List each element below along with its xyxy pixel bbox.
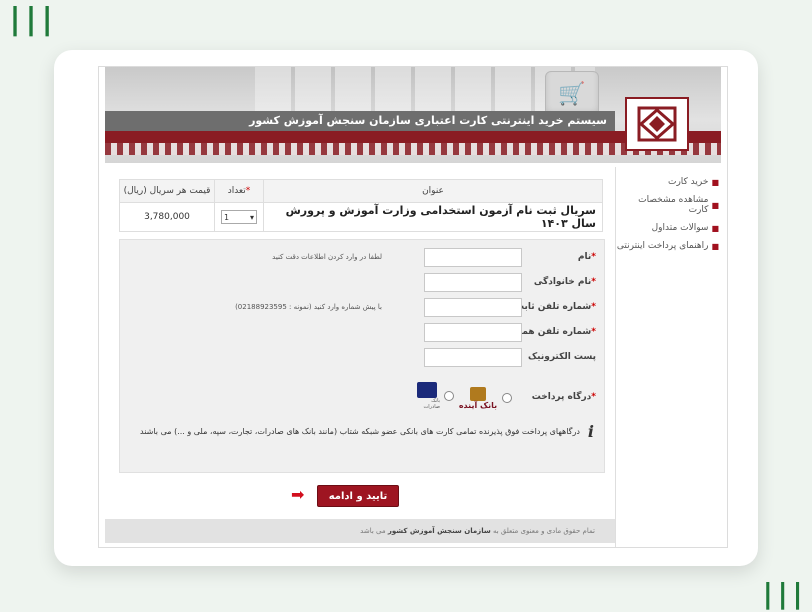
email-input[interactable] bbox=[424, 348, 522, 367]
customer-form: *نام لطفا در وارد کردن اطلاعات دقت کنید … bbox=[119, 239, 605, 473]
gateway-info: i درگاههای پرداخت فوق پذیرنده تمامی کارت… bbox=[130, 422, 594, 441]
browser-page: 🛒 سیستم خرید اینترنتی کارت اعتباری سازما… bbox=[98, 66, 728, 548]
submit-button[interactable]: تایید و ادامه bbox=[317, 485, 399, 507]
product-table: عنوان *تعداد قیمت هر سریال (ریال) سریال … bbox=[119, 179, 603, 232]
quantity-select[interactable]: ▾ 1 bbox=[221, 210, 257, 224]
product-name: سریال ثبت نام آزمون استخدامی وزارت آموزش… bbox=[263, 202, 603, 232]
chevron-down-icon: ▾ bbox=[249, 212, 254, 222]
bank-saderat-logo: بانک صادرات bbox=[414, 382, 440, 410]
column-quantity: *تعداد bbox=[214, 179, 264, 203]
form-note: لطفا در وارد کردن اطلاعات دقت کنید bbox=[272, 253, 382, 261]
gateway-ayandeh[interactable]: بانک آینده bbox=[458, 382, 512, 414]
row-email: پست الکترونیک bbox=[120, 348, 604, 368]
quantity-cell: ▾ 1 bbox=[214, 202, 264, 232]
sidebar-item-faq[interactable]: ■ سوالات متداول bbox=[616, 219, 727, 237]
last-name-input[interactable] bbox=[424, 273, 522, 292]
first-name-input[interactable] bbox=[424, 248, 522, 267]
first-name-label: نام bbox=[577, 252, 592, 262]
row-last-name: *نام خانوادگی bbox=[120, 273, 604, 293]
price-value: 3,780,000 bbox=[119, 202, 215, 232]
gateway-saderat-radio[interactable] bbox=[444, 391, 454, 401]
gateway-info-text: درگاههای پرداخت فوق پذیرنده تمامی کارت ه… bbox=[140, 427, 580, 436]
mobile-input[interactable] bbox=[424, 323, 522, 342]
column-title: عنوان bbox=[263, 179, 603, 203]
table-row: سریال ثبت نام آزمون استخدامی وزارت آموزش… bbox=[119, 202, 603, 232]
column-price: قیمت هر سریال (ریال) bbox=[119, 179, 215, 203]
row-mobile: *شماره تلفن همراه bbox=[120, 323, 604, 343]
main-content: عنوان *تعداد قیمت هر سریال (ریال) سریال … bbox=[119, 179, 605, 507]
bullet-icon: ■ bbox=[711, 177, 719, 187]
phone-input[interactable] bbox=[424, 298, 522, 317]
sidebar-item-payment-guide[interactable]: ■ راهنمای پرداخت اینترنتی bbox=[616, 237, 727, 255]
info-icon: i bbox=[587, 422, 594, 441]
phone-label: شماره تلفن ثابت bbox=[514, 302, 592, 312]
row-gateway: *درگاه پرداخت بانک آینده بانک صادرات bbox=[120, 382, 604, 410]
brand-logo-bottom-right: ||| bbox=[759, 577, 806, 610]
bullet-icon: ■ bbox=[711, 200, 719, 210]
site-title: سیستم خرید اینترنتی کارت اعتباری سازمان … bbox=[105, 111, 615, 131]
last-name-label: نام خانوادگی bbox=[533, 277, 592, 287]
sidebar-menu: ■ خرید کارت ■ مشاهده مشخصات کارت ■ سوالات م… bbox=[615, 167, 727, 547]
row-first-name: *نام لطفا در وارد کردن اطلاعات دقت کنید bbox=[120, 248, 604, 268]
sidebar-item-view-card[interactable]: ■ مشاهده مشخصات کارت bbox=[616, 191, 727, 219]
sidebar-item-buy-card[interactable]: ■ خرید کارت bbox=[616, 173, 727, 191]
table-header-row: عنوان *تعداد قیمت هر سریال (ریال) bbox=[119, 179, 603, 203]
bank-ayandeh-logo: بانک آینده bbox=[458, 382, 498, 414]
phone-hint: با پیش شماره وارد کنید (نمونه : 02188923… bbox=[235, 303, 382, 311]
organization-logo-icon bbox=[625, 97, 689, 151]
bullet-icon: ■ bbox=[711, 223, 719, 233]
gateway-label: درگاه پرداخت bbox=[531, 392, 592, 402]
gateway-ayandeh-radio[interactable] bbox=[502, 393, 512, 403]
row-phone: *شماره تلفن ثابت با پیش شماره وارد کنید … bbox=[120, 298, 604, 318]
site-footer: تمام حقوق مادی و معنوی متعلق به سازمان س… bbox=[105, 519, 615, 543]
email-label: پست الکترونیک bbox=[527, 352, 596, 362]
arrow-right-icon: ➡ bbox=[291, 485, 305, 504]
brand-logo-top-left: ||| bbox=[6, 2, 56, 37]
gateway-saderat[interactable]: بانک صادرات bbox=[414, 382, 454, 410]
footer-org: سازمان سنجش آموزش کشور bbox=[387, 527, 491, 535]
site-header: 🛒 سیستم خرید اینترنتی کارت اعتباری سازما… bbox=[105, 67, 721, 163]
bullet-icon: ■ bbox=[711, 241, 719, 251]
